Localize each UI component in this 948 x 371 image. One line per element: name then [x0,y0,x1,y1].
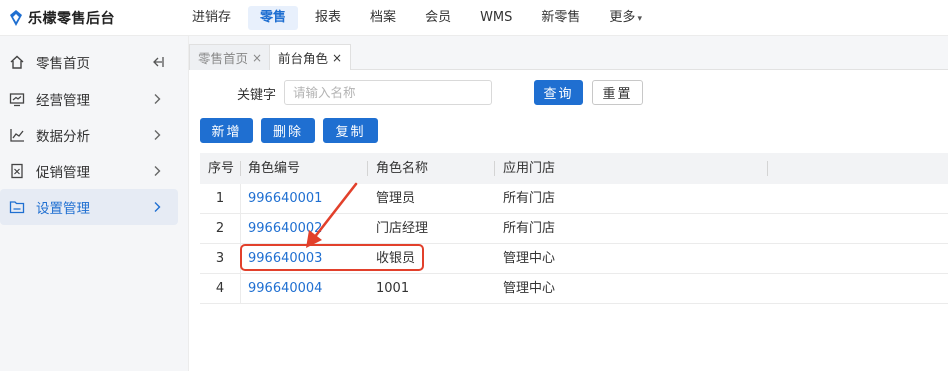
nav-item-members[interactable]: 会员 [413,6,463,30]
role-code-link[interactable]: 996640004 [248,274,322,304]
nav-item-new-retail[interactable]: 新零售 [529,6,592,30]
copy-button[interactable]: 复制 [323,118,378,143]
cell-divider [240,274,241,304]
header-index: 序号 [208,161,235,176]
nav-label: 报表 [315,10,342,25]
nav-label: 更多 [609,10,636,25]
main-nav: 进销存 零售 报表 档案 会员 WMS 新零售 更多 ▾ [180,0,659,36]
cell-divider [240,184,241,214]
row-index: 3 [215,251,225,266]
row-index: 2 [215,221,225,236]
close-icon[interactable]: × [252,52,262,64]
column-divider[interactable] [494,161,495,176]
header-store: 应用门店 [503,161,556,176]
top-navbar: 乐檬零售后台 进销存 零售 报表 档案 会员 WMS 新零售 更多 ▾ [0,0,948,36]
nav-item-archives[interactable]: 档案 [358,6,408,30]
annotation-arrow-icon [306,182,358,248]
nav-label: 零售 [260,10,287,25]
role-name: 管理员 [376,191,416,206]
add-button[interactable]: 新增 [200,118,253,143]
sidebar-item-label: 零售首页 [36,56,90,72]
sidebar-item-settings[interactable]: 设置管理 [0,189,178,225]
store-name: 管理中心 [503,251,556,266]
nav-label: WMS [480,10,513,25]
tab-retail-home[interactable]: 零售首页 × [189,44,272,70]
chevron-right-icon [154,166,161,176]
nav-label: 会员 [425,10,452,25]
sidebar: 零售首页 经营管理 数据分析 促销管理 设置管理 [0,36,189,371]
folder-icon [9,201,25,214]
sidebar-item-label: 促销管理 [36,165,90,181]
role-name: 门店经理 [376,221,429,236]
nav-item-retail[interactable]: 零售 [248,6,299,30]
sidebar-item-retail-home[interactable]: 零售首页 [0,44,178,80]
nav-label: 新零售 [541,10,581,25]
nav-label: 进销存 [192,10,232,25]
column-divider[interactable] [767,161,768,176]
table-row[interactable]: 4 996640004 1001 管理中心 [200,274,948,304]
nav-label: 档案 [370,10,397,25]
row-index: 1 [215,191,225,206]
annotation-highlight-box [240,244,424,271]
page-tabs: 零售首页 × 前台角色 × [189,36,948,70]
keyword-input[interactable] [284,80,492,105]
chevron-right-icon [154,130,161,140]
role-name: 1001 [376,281,410,296]
caret-down-icon: ▾ [637,14,642,24]
store-name: 所有门店 [503,191,556,206]
keyword-label: 关键字 [237,88,277,103]
store-name: 所有门店 [503,221,556,236]
monitor-icon [9,93,25,107]
reset-button[interactable]: 重置 [592,80,643,105]
brand-name: 乐檬零售后台 [28,11,115,27]
nav-item-inventory[interactable]: 进销存 [180,6,243,30]
delete-button[interactable]: 删除 [261,118,315,143]
column-divider[interactable] [240,161,241,176]
chevron-right-icon [154,94,161,104]
sidebar-item-operations[interactable]: 经营管理 [0,81,178,117]
tag-icon [11,163,23,179]
header-role-code: 角色编号 [248,161,301,176]
collapse-sidebar-icon[interactable] [150,55,166,69]
chart-icon [10,129,24,142]
close-icon[interactable]: × [332,52,342,64]
home-icon [10,55,24,69]
brand[interactable]: 乐檬零售后台 [8,7,115,29]
query-button[interactable]: 查询 [534,80,583,105]
header-role-name: 角色名称 [376,161,429,176]
sidebar-item-label: 数据分析 [36,129,90,145]
nav-item-reports[interactable]: 报表 [303,6,353,30]
sidebar-item-data-analysis[interactable]: 数据分析 [0,117,178,153]
cell-divider [240,214,241,244]
nav-item-more[interactable]: 更多 ▾ [597,6,654,30]
tab-label: 零售首页 [198,51,249,66]
sidebar-item-label: 经营管理 [36,93,90,109]
sidebar-item-promotions[interactable]: 促销管理 [0,153,178,189]
store-name: 管理中心 [503,281,556,296]
column-divider[interactable] [367,161,368,176]
tab-label: 前台角色 [278,51,329,66]
lemon-logo-icon [10,10,22,26]
nav-item-wms[interactable]: WMS [468,6,524,30]
tab-front-roles[interactable]: 前台角色 × [269,44,352,70]
sidebar-item-label: 设置管理 [36,201,90,217]
row-index: 4 [215,281,225,296]
chevron-right-icon [154,202,161,212]
